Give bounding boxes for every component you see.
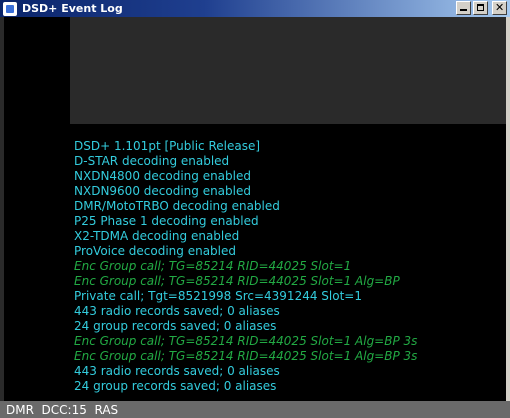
log-line: 443 radio records saved; 0 aliases (74, 364, 280, 378)
log-line: ProVoice decoding enabled (74, 244, 237, 258)
log-line: 443 radio records saved; 0 aliases (74, 304, 280, 318)
minimize-icon (460, 9, 467, 11)
status-text: DMR DCC:15 RAS (6, 402, 119, 417)
log-line: Enc Group call; TG=85214 RID=44025 Slot=… (74, 274, 400, 288)
close-icon: ✕ (495, 1, 505, 14)
log-line: DSD+ 1.101pt [Public Release] (74, 139, 261, 153)
log-line: D-STAR decoding enabled (74, 154, 230, 168)
empty-display-panel (70, 17, 506, 124)
log-line: P25 Phase 1 decoding enabled (74, 214, 259, 228)
log-line: DMR/MotoTRBO decoding enabled (74, 199, 280, 213)
window-border (506, 17, 510, 418)
app-icon[interactable] (3, 1, 17, 16)
window-title: DSD+ Event Log (22, 2, 123, 15)
log-line: X2-TDMA decoding enabled (74, 229, 240, 243)
log-line: Enc Group call; TG=85214 RID=44025 Slot=… (74, 349, 418, 363)
log-line: Enc Group call; TG=85214 RID=44025 Slot=… (74, 259, 352, 273)
status-bar: DMR DCC:15 RAS (0, 401, 510, 418)
maximize-button[interactable] (473, 1, 488, 15)
event-log-list: DSD+ 1.101pt [Public Release] D-STAR deco… (74, 139, 417, 394)
log-line: Private call; Tgt=8521998 Src=4391244 Sl… (74, 289, 362, 303)
log-line: NXDN9600 decoding enabled (74, 184, 251, 198)
close-button[interactable]: ✕ (492, 1, 507, 15)
window-controls: ✕ (456, 1, 507, 15)
title-bar[interactable]: DSD+ Event Log ✕ (0, 0, 510, 17)
log-line: Enc Group call; TG=85214 RID=44025 Slot=… (74, 334, 418, 348)
log-line: 24 group records saved; 0 aliases (74, 379, 277, 393)
maximize-icon (477, 4, 484, 11)
event-log-area[interactable]: DSD+ 1.101pt [Public Release] D-STAR deco… (4, 17, 506, 401)
log-line: 24 group records saved; 0 aliases (74, 319, 277, 333)
log-line: NXDN4800 decoding enabled (74, 169, 251, 183)
minimize-button[interactable] (456, 1, 471, 15)
